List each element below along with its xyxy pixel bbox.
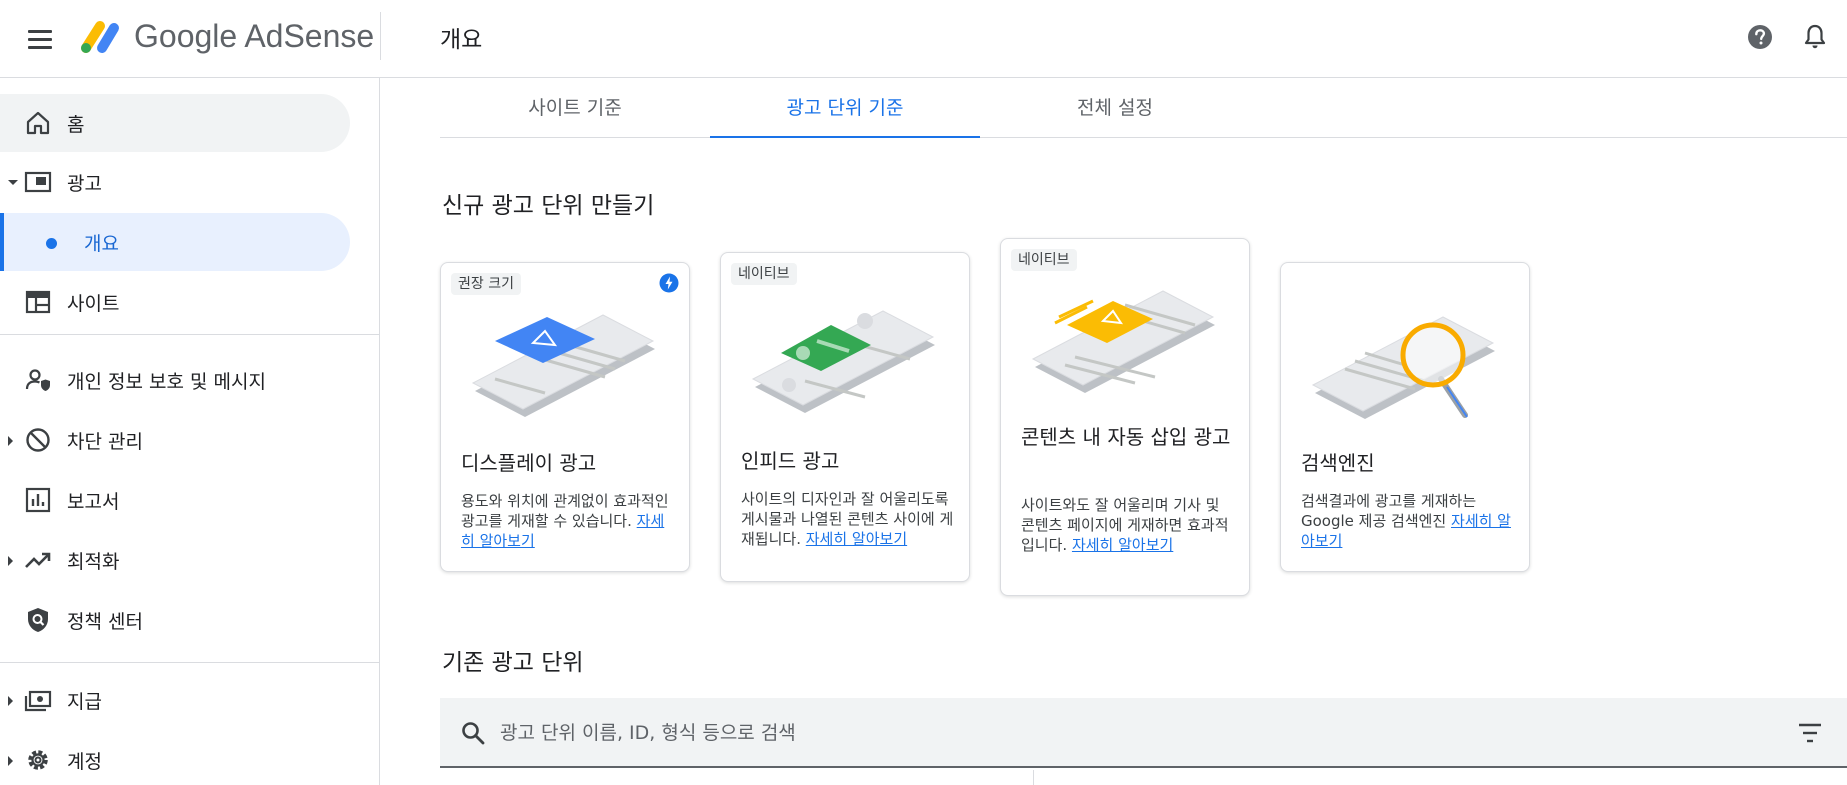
display-ads-card[interactable]: 권장 크기 디스플레이 광고 용도와 위치에 관계없이 효과적인 광고를 게재할… — [440, 262, 690, 572]
caret-right-icon — [8, 556, 13, 566]
sidebar-item-home[interactable]: 홈 — [0, 94, 350, 152]
in-feed-ads-card[interactable]: 네이티브 인피드 광고 사이트의 디자인과 잘 어울리도록 게시물과 나열된 콘… — [720, 252, 970, 582]
in-article-ads-card[interactable]: 네이티브 콘텐츠 내 자동 삽입 광고 사이트와도 잘 어울리며 기사 및 콘텐… — [1000, 238, 1250, 596]
main-content: 사이트 기준 광고 단위 기준 전체 설정 신규 광고 단위 만들기 권장 크기… — [380, 78, 1847, 785]
settings-gear-icon — [28, 750, 48, 770]
sidebar-divider — [0, 662, 380, 663]
sidebar-item-blocking-controls[interactable]: 차단 관리 — [0, 411, 350, 469]
card-description: 용도와 위치에 관계없이 효과적인 광고를 게재할 수 있습니다. 자세히 알아… — [461, 491, 676, 551]
native-chip: 네이티브 — [731, 263, 797, 285]
header-divider — [380, 12, 381, 60]
menu-icon-bar — [28, 30, 52, 33]
learn-more-link[interactable]: 자세히 알아보기 — [806, 530, 907, 548]
payments-icon — [24, 690, 52, 712]
card-title: 콘텐츠 내 자동 삽입 광고 — [1021, 425, 1231, 449]
sidebar-item-label: 지급 — [67, 691, 102, 713]
search-engine-card[interactable]: 검색엔진 검색결과에 광고를 게재하는 Google 제공 검색엔진 자세히 알… — [1280, 262, 1530, 572]
sidebar-item-ads[interactable]: 광고 — [0, 153, 350, 211]
sidebar-item-label: 정책 센터 — [67, 611, 143, 633]
page-title: 개요 — [440, 27, 483, 53]
sidebar-item-sites[interactable]: 사이트 — [0, 273, 350, 331]
in-feed-ad-illustration — [751, 310, 935, 413]
ads-icon — [24, 171, 52, 193]
policy-shield-icon — [28, 608, 48, 632]
tab-by-ad-unit[interactable]: 광고 단위 기준 — [710, 78, 980, 138]
tab-global-settings[interactable]: 전체 설정 — [980, 78, 1250, 138]
sidebar-item-optimization[interactable]: 최적화 — [0, 531, 350, 589]
adsense-logo-icon — [81, 21, 119, 53]
create-ad-unit-heading: 신규 광고 단위 만들기 — [442, 193, 655, 219]
bolt-icon — [659, 273, 679, 293]
ad-unit-search-bar — [440, 698, 1847, 768]
card-description: 사이트와도 잘 어울리며 기사 및 콘텐츠 페이지에 게재하면 효과적입니다. … — [1021, 495, 1236, 555]
sidebar-item-label: 광고 — [67, 173, 102, 195]
menu-icon-bar — [28, 38, 52, 41]
sidebar-item-label: 계정 — [67, 751, 102, 773]
ad-unit-search-input[interactable] — [500, 715, 1700, 751]
active-dot-icon — [46, 238, 57, 249]
caret-right-icon — [8, 756, 13, 766]
sidebar-item-reports[interactable]: 보고서 — [0, 471, 350, 529]
block-icon — [26, 428, 50, 452]
card-title: 디스플레이 광고 — [461, 451, 597, 475]
card-description: 검색결과에 광고를 게재하는 Google 제공 검색엔진 자세히 알아보기 — [1301, 491, 1516, 551]
sidebar-item-account[interactable]: 계정 — [0, 731, 350, 785]
sidebar-item-label: 개인 정보 보호 및 메시지 — [67, 371, 266, 393]
native-chip: 네이티브 — [1011, 249, 1077, 271]
help-icon[interactable] — [1745, 22, 1775, 52]
card-title: 인피드 광고 — [741, 449, 840, 473]
existing-ad-units-heading: 기존 광고 단위 — [442, 650, 584, 676]
brand-name: Google AdSense — [134, 18, 375, 54]
sidebar-item-privacy-messaging[interactable]: 개인 정보 보호 및 메시지 — [0, 351, 350, 409]
caret-right-icon — [8, 436, 13, 446]
notifications-bell-icon[interactable] — [1800, 22, 1830, 52]
caret-down-icon — [8, 180, 18, 185]
filter-list-icon[interactable] — [1797, 722, 1823, 744]
search-engine-illustration — [1311, 316, 1495, 419]
sidebar-item-label: 개요 — [84, 233, 119, 255]
display-ad-illustration — [471, 314, 655, 417]
sidebar-nav: 홈 광고 개요 사이트 개인 정보 보호 및 메시지 차단 관리 보고서 최적화… — [0, 78, 380, 785]
sidebar-item-overview[interactable]: 개요 — [0, 213, 350, 271]
learn-more-link[interactable]: 자세히 알아보기 — [1072, 536, 1173, 554]
main-menu-button[interactable] — [22, 24, 56, 54]
card-description: 사이트의 디자인과 잘 어울리도록 게시물과 나열된 콘텐츠 사이에 게재됩니다… — [741, 489, 956, 549]
top-app-bar: Google AdSense 개요 — [0, 0, 1847, 78]
sidebar-item-label: 홈 — [67, 114, 85, 136]
sidebar-item-label: 최적화 — [67, 551, 120, 573]
ad-units-table-header — [440, 770, 1847, 785]
card-description-text: 검색결과에 광고를 게재하는 Google 제공 검색엔진 — [1301, 492, 1477, 530]
sidebar-item-label: 차단 관리 — [67, 431, 143, 453]
recommended-size-chip: 권장 크기 — [451, 273, 521, 295]
in-article-ad-illustration — [1031, 290, 1215, 393]
caret-right-icon — [8, 696, 13, 706]
sidebar-item-policy-center[interactable]: 정책 센터 — [0, 591, 350, 649]
privacy-icon — [25, 369, 50, 391]
column-divider — [1033, 770, 1034, 785]
sidebar-item-payments[interactable]: 지급 — [0, 671, 350, 729]
view-tabs: 사이트 기준 광고 단위 기준 전체 설정 — [440, 78, 1847, 138]
trending-up-icon — [25, 552, 51, 568]
tab-by-site[interactable]: 사이트 기준 — [440, 78, 710, 138]
menu-icon-bar — [28, 46, 52, 49]
reports-icon — [25, 487, 51, 513]
sites-icon — [25, 290, 51, 314]
sidebar-divider — [0, 334, 380, 335]
sidebar-item-label: 보고서 — [67, 491, 120, 513]
home-icon — [26, 111, 50, 135]
card-title: 검색엔진 — [1301, 451, 1375, 475]
sidebar-item-label: 사이트 — [67, 293, 120, 315]
search-icon — [462, 722, 485, 745]
